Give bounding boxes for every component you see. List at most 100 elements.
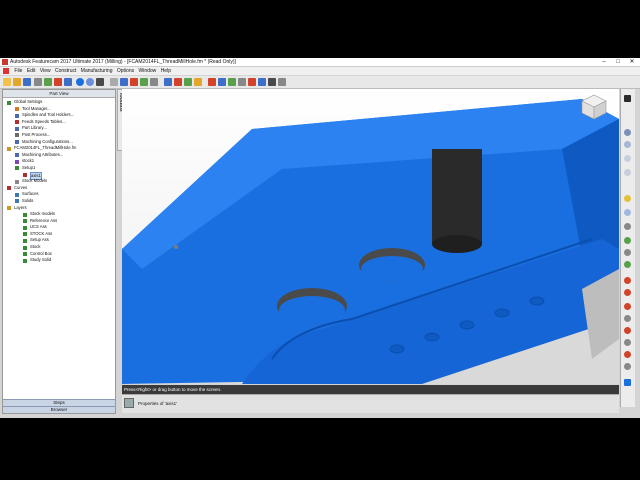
menu-options[interactable]: Options (117, 67, 134, 75)
shade-tool-icon[interactable] (624, 195, 631, 202)
rotate-icon[interactable] (140, 78, 148, 86)
open-folder-icon[interactable] (13, 78, 21, 86)
arc-icon[interactable] (624, 303, 631, 310)
snap-grid-icon[interactable] (624, 249, 631, 256)
part-model-graphic (122, 94, 619, 384)
3d-viewport[interactable] (122, 89, 619, 384)
tree-item[interactable]: stock1 (3, 158, 115, 165)
tree-item[interactable]: Surfaces (3, 191, 115, 198)
tree-item[interactable]: Control Box (3, 251, 115, 258)
title-bar: Autodesk Featurecam 2017 Ultimate 2017 (… (0, 58, 640, 67)
tree-item[interactable]: Study Solid (3, 257, 115, 264)
tree-item-label: FCAM2014FL_ThreadMillHole.fm (14, 145, 77, 151)
tab-steps[interactable]: Steps (3, 399, 115, 406)
tree-item[interactable]: axis1 (3, 171, 115, 181)
zoom-view-icon[interactable] (624, 169, 631, 176)
undo-icon[interactable] (54, 78, 62, 86)
top-view-icon[interactable] (258, 78, 266, 86)
menu-construct[interactable]: Construct (55, 67, 76, 75)
tree-item[interactable]: Spindles and Tool Holders... (3, 112, 115, 119)
iso-view-icon[interactable] (268, 78, 276, 86)
surface-icon[interactable] (218, 78, 226, 86)
menu-view[interactable]: View (40, 67, 51, 75)
mirror-icon[interactable] (624, 363, 631, 370)
measure-icon[interactable] (238, 78, 246, 86)
menu-edit[interactable]: Edit (27, 67, 36, 75)
nc-code-icon[interactable] (194, 78, 202, 86)
tree-item[interactable]: Machining Attributes... (3, 152, 115, 159)
menu-help[interactable]: Help (161, 67, 171, 75)
orbit-icon[interactable] (624, 129, 631, 136)
tree-item[interactable]: Part Library... (3, 125, 115, 132)
fit-view-icon[interactable] (150, 78, 158, 86)
featurecam-window: Autodesk Featurecam 2017 Ultimate 2017 (… (0, 58, 640, 418)
menu-window[interactable]: Window (139, 67, 157, 75)
tree-item[interactable]: Stock Models (3, 178, 115, 185)
look-at-icon[interactable] (624, 141, 631, 148)
new-file-icon[interactable] (3, 78, 11, 86)
cancel-op-icon[interactable] (248, 78, 256, 86)
maximize-button[interactable]: □ (611, 58, 625, 66)
tree-item[interactable]: Machining Configurations... (3, 139, 115, 146)
offset-icon[interactable] (624, 351, 631, 358)
menu-manufacturing[interactable]: Manufacturing (81, 67, 113, 75)
pan-icon[interactable] (120, 78, 128, 86)
tree-item[interactable]: Tool Manager... (3, 106, 115, 113)
circle-icon[interactable] (624, 289, 631, 296)
save-icon[interactable] (23, 78, 31, 86)
tree-item[interactable]: FCAM2014FL_ThreadMillHole.fm (3, 145, 115, 152)
tree-item[interactable]: Global Settings (3, 99, 115, 106)
spline-icon[interactable] (624, 315, 631, 322)
trim-icon[interactable] (624, 339, 631, 346)
tab-browser[interactable]: Browser (3, 406, 115, 413)
curve-icon[interactable] (208, 78, 216, 86)
tree-item[interactable]: Setup Ass (3, 237, 115, 244)
tree-item[interactable]: Post Process... (3, 132, 115, 139)
tree-item-icon (15, 126, 19, 131)
tree-item[interactable]: Curves (3, 185, 115, 192)
properties-icon[interactable] (124, 398, 134, 408)
solid-icon[interactable] (624, 379, 631, 386)
layer-toggle-icon[interactable] (624, 223, 631, 230)
select-arrow-icon[interactable] (110, 78, 118, 86)
tree-item-icon (15, 166, 19, 171)
tree-item[interactable]: Stock (3, 244, 115, 251)
tree-item-icon (7, 206, 11, 210)
tree-item[interactable]: Feeds Speeds Tables... (3, 119, 115, 126)
zoom-icon[interactable] (130, 78, 138, 86)
section-icon[interactable] (624, 209, 631, 216)
tree-item[interactable]: Layers (3, 205, 115, 212)
hidden-line-icon[interactable] (96, 78, 104, 86)
minimize-button[interactable]: – (597, 58, 611, 66)
menu-file[interactable]: File (14, 67, 22, 75)
tree-item[interactable]: UCS Ass (3, 224, 115, 231)
tree-item[interactable]: Reference Ass (3, 218, 115, 225)
tree-item-label: Feeds Speeds Tables... (22, 118, 66, 124)
point-icon[interactable] (624, 261, 631, 268)
side-view-icon[interactable] (278, 78, 286, 86)
tree-item-label: Post Process... (22, 131, 51, 137)
step-icon[interactable] (184, 78, 192, 86)
tree-item[interactable]: Stock models (3, 211, 115, 218)
shaded-view-icon[interactable] (76, 78, 84, 86)
tree-item[interactable]: Setup1 (3, 165, 115, 172)
snap-icon[interactable] (44, 78, 52, 86)
mouse-cursor (174, 245, 178, 249)
print-icon[interactable] (34, 78, 42, 86)
line-icon[interactable] (624, 277, 631, 284)
grid-icon[interactable] (624, 237, 631, 244)
pan-view-icon[interactable] (624, 155, 631, 162)
tree-item-label: Machining Attributes... (22, 151, 64, 157)
simulation-icon[interactable] (164, 78, 172, 86)
tree-item[interactable]: Solids (3, 198, 115, 205)
tree-item[interactable]: STOCK Ass (3, 231, 115, 238)
close-button[interactable]: ✕ (625, 58, 639, 66)
feature-icon[interactable] (228, 78, 236, 86)
fillet-icon[interactable] (624, 327, 631, 334)
wireframe-view-icon[interactable] (86, 78, 94, 86)
close-view-icon[interactable] (624, 95, 631, 102)
toolpath-icon[interactable] (174, 78, 182, 86)
boss-5 (494, 308, 510, 318)
redo-icon[interactable] (64, 78, 72, 86)
document-icon[interactable] (3, 68, 9, 74)
